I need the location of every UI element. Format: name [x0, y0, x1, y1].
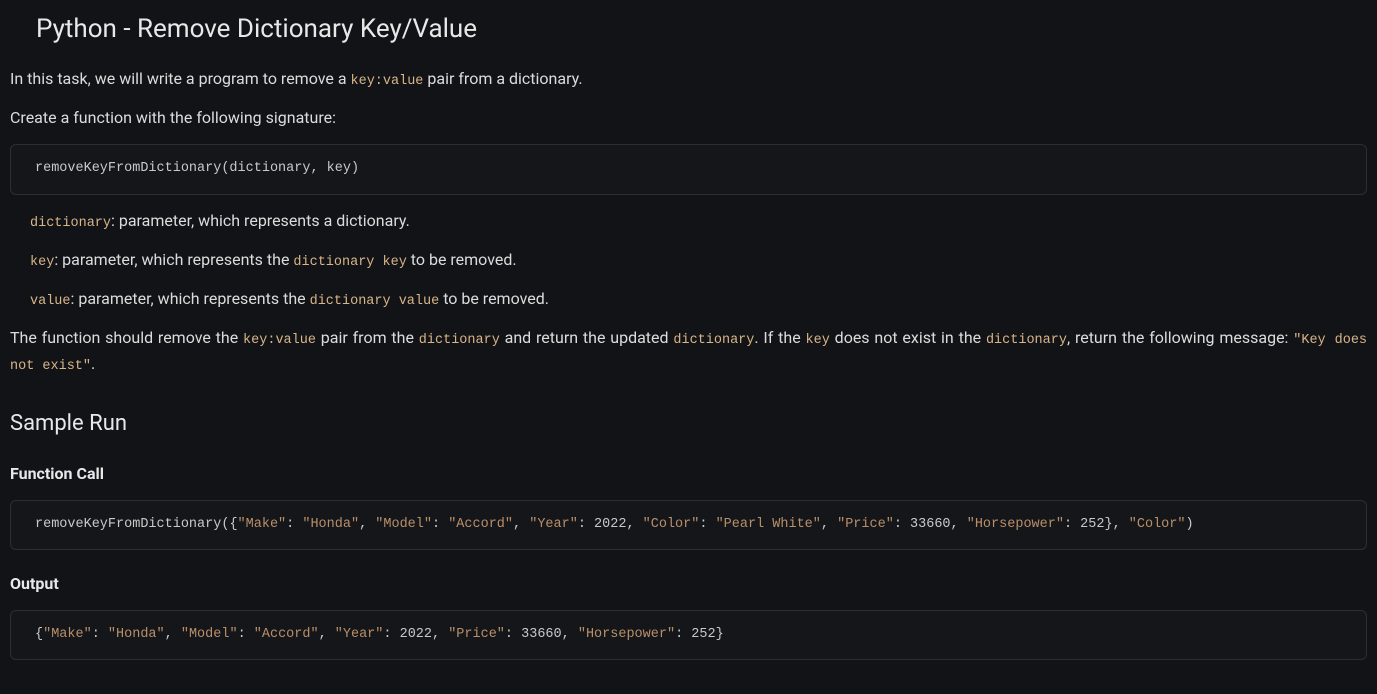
param-value: value: parameter, which represents the d…	[30, 287, 1367, 312]
param-text-dictionary: : parameter, which represents a dictiona…	[111, 211, 410, 230]
colon: :	[578, 517, 594, 532]
call-k1: "Make"	[238, 517, 287, 532]
signature-codeblock: removeKeyFromDictionary(dictionary, key)	[10, 144, 1367, 194]
behavior-c4: key	[806, 333, 830, 348]
call-v3: 2022	[594, 517, 626, 532]
sep: ,	[951, 517, 967, 532]
behavior-t2: pair from the	[316, 328, 419, 347]
behavior-paragraph: The function should remove the key:value…	[10, 326, 1367, 377]
colon: :	[894, 517, 910, 532]
intro-paragraph: In this task, we will write a program to…	[10, 67, 1367, 92]
colon: :	[286, 517, 302, 532]
behavior-t6: , return the following message:	[1067, 328, 1293, 347]
colon: :	[1064, 517, 1080, 532]
call-v5: 33660	[910, 517, 951, 532]
sample-run-heading: Sample Run	[10, 407, 1367, 440]
intro-text-before: In this task, we will write a program to…	[10, 69, 351, 88]
colon: :	[432, 517, 448, 532]
intro-code: key:value	[351, 74, 424, 89]
param-key-before: : parameter, which represents the	[54, 250, 293, 269]
output-codeblock: {"Make": "Honda", "Model": "Accord", "Ye…	[10, 610, 1367, 660]
param-dictionary: dictionary: parameter, which represents …	[30, 209, 1367, 234]
signature-lead: Create a function with the following sig…	[10, 106, 1367, 130]
sep: ,	[165, 627, 181, 642]
document-root: Python - Remove Dictionary Key/Value In …	[0, 0, 1377, 694]
behavior-c5: dictionary	[986, 333, 1067, 348]
out-close: }	[716, 627, 724, 642]
call-close: },	[1104, 517, 1128, 532]
out-v5: 252	[691, 627, 715, 642]
call-v4: "Pearl White"	[716, 517, 821, 532]
call-v6: 252	[1080, 517, 1104, 532]
out-k5: "Horsepower"	[578, 627, 675, 642]
call-k3: "Year"	[529, 517, 578, 532]
call-k5: "Price"	[837, 517, 894, 532]
colon: :	[699, 517, 715, 532]
call-k6: "Horsepower"	[967, 517, 1064, 532]
colon: :	[383, 627, 399, 642]
sep: ,	[562, 627, 578, 642]
behavior-c3: dictionary	[673, 333, 754, 348]
param-name-dictionary: dictionary	[30, 216, 111, 231]
sep: ,	[359, 517, 375, 532]
output-heading: Output	[10, 572, 1367, 596]
param-name-key: key	[30, 255, 54, 270]
out-v4: 33660	[521, 627, 562, 642]
sep: ,	[319, 627, 335, 642]
param-value-code: dictionary value	[310, 294, 440, 309]
behavior-t5: does not exist in the	[830, 328, 986, 347]
behavior-t7: .	[91, 354, 95, 373]
param-value-after: to be removed.	[439, 289, 549, 308]
call-fn: removeKeyFromDictionary	[35, 517, 221, 532]
call-end: )	[1186, 517, 1194, 532]
call-v1: "Honda"	[302, 517, 359, 532]
call-v2: "Accord"	[448, 517, 513, 532]
call-k2: "Model"	[375, 517, 432, 532]
function-call-codeblock: removeKeyFromDictionary({"Make": "Honda"…	[10, 500, 1367, 550]
out-k2: "Model"	[181, 627, 238, 642]
call-open: ({	[221, 517, 237, 532]
behavior-c1: key:value	[243, 333, 316, 348]
param-key-after: to be removed.	[407, 250, 517, 269]
out-v2: "Accord"	[254, 627, 319, 642]
behavior-t3: and return the updated	[500, 328, 674, 347]
colon: :	[238, 627, 254, 642]
sep: ,	[432, 627, 448, 642]
behavior-t4: . If the	[754, 328, 805, 347]
intro-text-after: pair from a dictionary.	[423, 69, 582, 88]
colon: :	[675, 627, 691, 642]
out-k3: "Year"	[335, 627, 384, 642]
out-open: {	[35, 627, 43, 642]
param-key-code: dictionary key	[293, 255, 406, 270]
out-v1: "Honda"	[108, 627, 165, 642]
out-k4: "Price"	[448, 627, 505, 642]
out-v3: 2022	[400, 627, 432, 642]
call-k4: "Color"	[643, 517, 700, 532]
out-k1: "Make"	[43, 627, 92, 642]
call-arg2: "Color"	[1129, 517, 1186, 532]
sep: ,	[513, 517, 529, 532]
param-name-value: value	[30, 294, 71, 309]
behavior-c2: dictionary	[419, 333, 500, 348]
colon: :	[92, 627, 108, 642]
behavior-t1: The function should remove the	[10, 328, 243, 347]
param-key: key: parameter, which represents the dic…	[30, 248, 1367, 273]
page-title: Python - Remove Dictionary Key/Value	[36, 10, 1367, 49]
colon: :	[505, 627, 521, 642]
sep: ,	[821, 517, 837, 532]
param-value-before: : parameter, which represents the	[71, 289, 310, 308]
function-call-heading: Function Call	[10, 462, 1367, 486]
sep: ,	[626, 517, 642, 532]
